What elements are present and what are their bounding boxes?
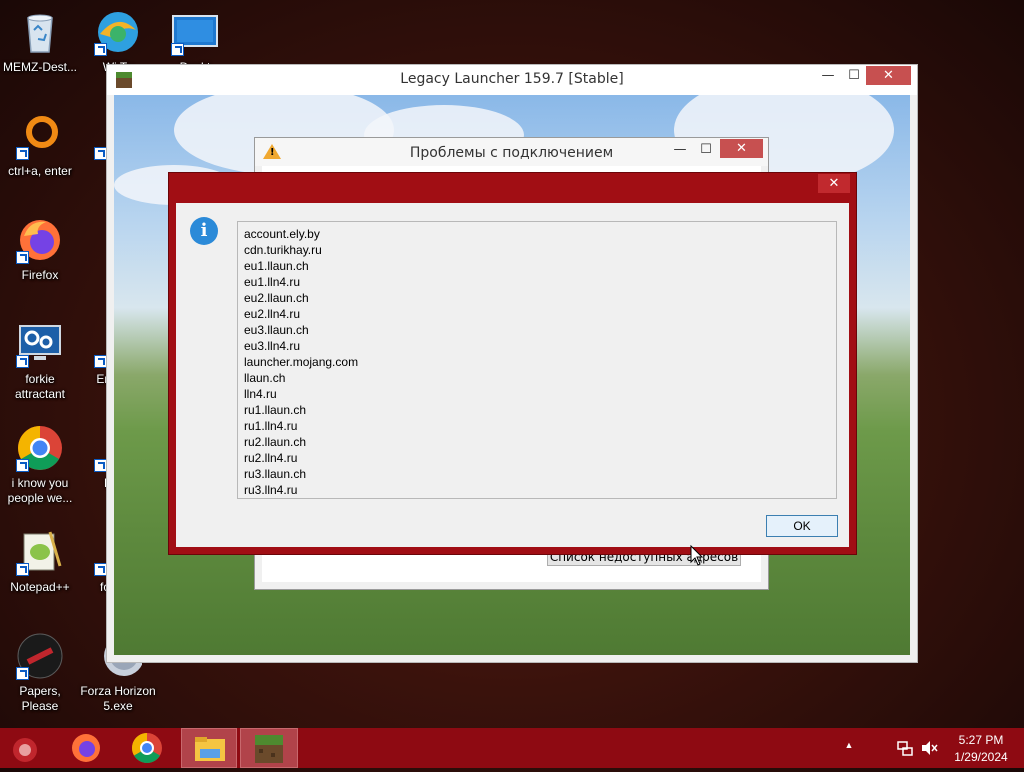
list-item: eu2.llaun.ch: [244, 291, 309, 305]
shortcut-arrow-icon: [16, 355, 29, 368]
shortcut-arrow-icon: [16, 251, 29, 264]
desktop-icon-firefox[interactable]: Firefox: [0, 216, 80, 283]
taskbar-file-explorer[interactable]: [181, 728, 237, 768]
info-dialog-titlebar[interactable]: ✕: [169, 173, 856, 203]
list-item: eu3.lln4.ru: [244, 339, 301, 353]
desktop-icon-label: Forza Horizon 5.exe: [80, 684, 156, 713]
desktop-icon: [171, 8, 219, 56]
minecraft-launcher-icon: [255, 735, 283, 763]
shortcut-arrow-icon: [16, 147, 29, 160]
list-item: lln4.ru: [244, 387, 277, 401]
desktop-icon-ctrl-a-enter[interactable]: ctrl+a, enter: [0, 112, 80, 179]
desktop-icon-label: ctrl+a, enter: [8, 164, 72, 178]
taskbar-chrome[interactable]: [119, 728, 175, 768]
list-item: account.ely.by: [244, 227, 320, 241]
info-dialog-panel: i account.ely.by cdn.turikhay.ru eu1.lla…: [176, 203, 849, 547]
mouse-cursor-icon: [690, 545, 704, 566]
desktop-icon-memz[interactable]: MEMZ-Dest...: [0, 8, 80, 75]
close-button[interactable]: ✕: [866, 66, 911, 85]
chrome-icon: [131, 733, 162, 764]
maximize-button[interactable]: ☐: [840, 66, 868, 86]
desktop-icon-label: forkie attractant: [14, 372, 66, 401]
minimize-button[interactable]: —: [814, 66, 842, 86]
shortcut-arrow-icon: [16, 667, 29, 680]
list-item: ru1.llaun.ch: [244, 403, 307, 417]
hosts-list[interactable]: account.ely.by cdn.turikhay.ru eu1.llaun…: [237, 221, 837, 499]
desktop-icon-label: Papers, Please: [19, 684, 61, 713]
list-item: eu3.llaun.ch: [244, 323, 309, 337]
close-button[interactable]: ✕: [720, 139, 763, 158]
firefox-icon: [16, 216, 64, 264]
start-button[interactable]: [0, 728, 56, 768]
settings-monitor-icon: [16, 320, 64, 368]
connection-dialog-titlebar[interactable]: ! Проблемы с подключением — ☐ ✕: [255, 138, 768, 166]
list-item: eu2.lln4.ru: [244, 307, 301, 321]
unavailable-hosts-dialog[interactable]: ✕ i account.ely.by cdn.turikhay.ru eu1.l…: [168, 172, 857, 555]
close-button[interactable]: ✕: [818, 174, 850, 193]
browser-icon: [94, 8, 142, 56]
show-hidden-icons-button[interactable]: ▲: [841, 740, 857, 750]
desktop-icon-label: i know you people we...: [7, 476, 73, 505]
taskbar: ▲ 5:27 PM 1/29/2024: [0, 728, 1024, 768]
list-item: eu1.lln4.ru: [244, 275, 301, 289]
desktop-icon-label: MEMZ-Dest...: [3, 60, 77, 74]
list-item: cdn.turikhay.ru: [244, 243, 322, 257]
network-icon[interactable]: [897, 740, 913, 756]
list-item: llaun.ch: [244, 371, 286, 385]
maximize-button[interactable]: ☐: [692, 140, 720, 160]
ring-icon: [16, 112, 64, 160]
shortcut-arrow-icon: [171, 43, 184, 56]
desktop-icon-label: Firefox: [21, 268, 59, 282]
file-explorer-icon: [195, 737, 225, 761]
clock-date[interactable]: 1/29/2024: [941, 750, 1021, 764]
shortcut-arrow-icon: [94, 43, 107, 56]
launcher-title: Legacy Launcher 159.7 [Stable]: [400, 71, 624, 87]
list-item: ru2.lln4.ru: [244, 451, 298, 465]
notepadpp-icon: [16, 528, 64, 576]
info-icon: i: [190, 217, 218, 245]
desktop-icon-label: Notepad++: [10, 580, 70, 594]
recycle-bin-icon: [16, 8, 64, 56]
clock-time[interactable]: 5:27 PM: [941, 733, 1021, 747]
taskbar-legacy-launcher[interactable]: [240, 728, 298, 768]
desktop-icon-forkie[interactable]: forkie attractant: [0, 320, 80, 402]
start-icon: [13, 738, 37, 762]
minimize-button[interactable]: —: [666, 140, 694, 160]
list-item: ru3.lln4.ru: [244, 483, 298, 497]
list-item: ru3.llaun.ch: [244, 467, 307, 481]
papers-please-icon: [16, 632, 64, 680]
desktop-icon-papers-please[interactable]: Papers, Please: [0, 632, 80, 714]
shortcut-arrow-icon: [16, 459, 29, 472]
ok-button[interactable]: OK: [766, 515, 838, 537]
launcher-titlebar[interactable]: Legacy Launcher 159.7 [Stable] — ☐ ✕: [107, 65, 917, 95]
shortcut-arrow-icon: [16, 563, 29, 576]
taskbar-firefox[interactable]: [58, 728, 114, 768]
desktop-icon-chrome[interactable]: i know you people we...: [0, 424, 80, 506]
list-item: ru1.lln4.ru: [244, 419, 298, 433]
firefox-icon: [72, 734, 100, 762]
desktop-icon-notepadpp[interactable]: Notepad++: [0, 528, 80, 595]
chrome-icon: [16, 424, 64, 472]
list-item: eu1.llaun.ch: [244, 259, 309, 273]
list-item: launcher.mojang.com: [244, 355, 359, 369]
volume-muted-icon[interactable]: [921, 740, 939, 756]
list-item: ru2.llaun.ch: [244, 435, 307, 449]
